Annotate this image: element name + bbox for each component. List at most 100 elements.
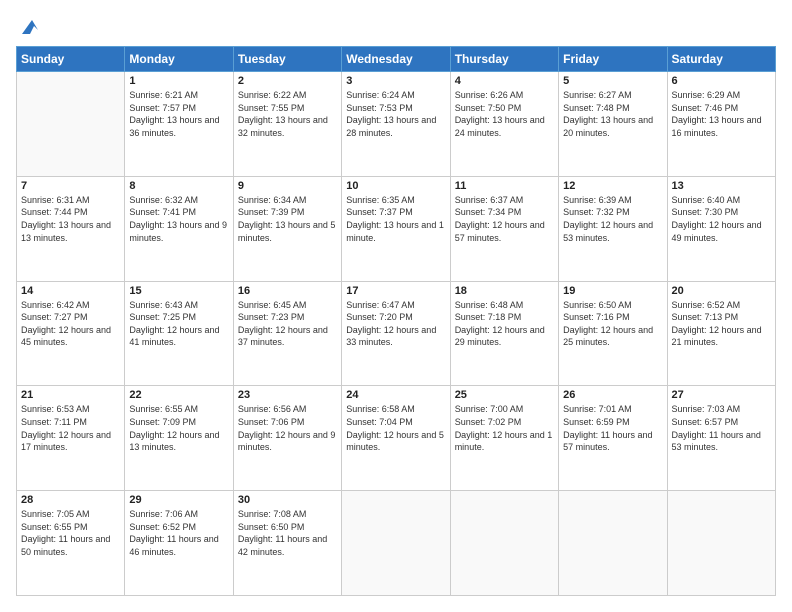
day-info: Sunrise: 6:39 AMSunset: 7:32 PMDaylight:… bbox=[563, 194, 662, 244]
day-number: 26 bbox=[563, 389, 662, 401]
day-info: Sunrise: 7:08 AMSunset: 6:50 PMDaylight:… bbox=[238, 508, 337, 558]
day-number: 30 bbox=[238, 494, 337, 506]
week-row-2: 7 Sunrise: 6:31 AMSunset: 7:44 PMDaylight… bbox=[17, 176, 776, 281]
calendar-cell: 22 Sunrise: 6:55 AMSunset: 7:09 PMDayligh… bbox=[125, 386, 233, 491]
day-number: 22 bbox=[129, 389, 228, 401]
day-info: Sunrise: 6:42 AMSunset: 7:27 PMDaylight:… bbox=[21, 299, 120, 349]
day-info: Sunrise: 7:00 AMSunset: 7:02 PMDaylight:… bbox=[455, 403, 554, 453]
day-number: 1 bbox=[129, 75, 228, 87]
day-info: Sunrise: 6:31 AMSunset: 7:44 PMDaylight:… bbox=[21, 194, 120, 244]
weekday-header-sunday: Sunday bbox=[17, 47, 125, 72]
logo-icon bbox=[18, 16, 40, 38]
calendar-cell: 17 Sunrise: 6:47 AMSunset: 7:20 PMDayligh… bbox=[342, 281, 450, 386]
day-info: Sunrise: 6:55 AMSunset: 7:09 PMDaylight:… bbox=[129, 403, 228, 453]
week-row-1: 1 Sunrise: 6:21 AMSunset: 7:57 PMDaylight… bbox=[17, 72, 776, 177]
day-number: 9 bbox=[238, 180, 337, 192]
day-info: Sunrise: 6:40 AMSunset: 7:30 PMDaylight:… bbox=[672, 194, 771, 244]
day-number: 16 bbox=[238, 285, 337, 297]
day-number: 7 bbox=[21, 180, 120, 192]
day-number: 10 bbox=[346, 180, 445, 192]
day-info: Sunrise: 7:03 AMSunset: 6:57 PMDaylight:… bbox=[672, 403, 771, 453]
calendar-cell: 3Sunrise: 6:24 AMSunset: 7:53 PMDaylight… bbox=[342, 72, 450, 177]
day-number: 5 bbox=[563, 75, 662, 87]
calendar-cell: 6 Sunrise: 6:29 AMSunset: 7:46 PMDaylight… bbox=[667, 72, 775, 177]
calendar-cell: 11Sunrise: 6:37 AMSunset: 7:34 PMDayligh… bbox=[450, 176, 558, 281]
day-info: Sunrise: 6:22 AMSunset: 7:55 PMDaylight:… bbox=[238, 89, 337, 139]
day-number: 20 bbox=[672, 285, 771, 297]
day-info: Sunrise: 6:26 AMSunset: 7:50 PMDaylight:… bbox=[455, 89, 554, 139]
page: SundayMondayTuesdayWednesdayThursdayFrid… bbox=[0, 0, 792, 612]
calendar-cell: 15 Sunrise: 6:43 AMSunset: 7:25 PMDayligh… bbox=[125, 281, 233, 386]
logo bbox=[16, 16, 40, 38]
calendar-cell bbox=[450, 491, 558, 596]
calendar-cell: 10 Sunrise: 6:35 AMSunset: 7:37 PMDayligh… bbox=[342, 176, 450, 281]
weekday-header-tuesday: Tuesday bbox=[233, 47, 341, 72]
calendar-cell: 9Sunrise: 6:34 AMSunset: 7:39 PMDaylight… bbox=[233, 176, 341, 281]
calendar-cell: 13 Sunrise: 6:40 AMSunset: 7:30 PMDayligh… bbox=[667, 176, 775, 281]
day-info: Sunrise: 6:58 AMSunset: 7:04 PMDaylight:… bbox=[346, 403, 445, 453]
day-number: 15 bbox=[129, 285, 228, 297]
calendar-cell: 30 Sunrise: 7:08 AMSunset: 6:50 PMDayligh… bbox=[233, 491, 341, 596]
day-number: 28 bbox=[21, 494, 120, 506]
day-info: Sunrise: 6:52 AMSunset: 7:13 PMDaylight:… bbox=[672, 299, 771, 349]
day-number: 4 bbox=[455, 75, 554, 87]
day-number: 12 bbox=[563, 180, 662, 192]
calendar-cell bbox=[667, 491, 775, 596]
day-number: 24 bbox=[346, 389, 445, 401]
day-info: Sunrise: 6:32 AMSunset: 7:41 PMDaylight:… bbox=[129, 194, 228, 244]
calendar-table: SundayMondayTuesdayWednesdayThursdayFrid… bbox=[16, 46, 776, 596]
calendar-cell: 24 Sunrise: 6:58 AMSunset: 7:04 PMDayligh… bbox=[342, 386, 450, 491]
weekday-header-friday: Friday bbox=[559, 47, 667, 72]
calendar-cell: 27 Sunrise: 7:03 AMSunset: 6:57 PMDayligh… bbox=[667, 386, 775, 491]
day-number: 8 bbox=[129, 180, 228, 192]
day-number: 6 bbox=[672, 75, 771, 87]
day-number: 14 bbox=[21, 285, 120, 297]
calendar-cell: 18Sunrise: 6:48 AMSunset: 7:18 PMDayligh… bbox=[450, 281, 558, 386]
calendar-cell: 23 Sunrise: 6:56 AMSunset: 7:06 PMDayligh… bbox=[233, 386, 341, 491]
day-number: 23 bbox=[238, 389, 337, 401]
calendar-cell bbox=[17, 72, 125, 177]
calendar-cell: 5 Sunrise: 6:27 AMSunset: 7:48 PMDaylight… bbox=[559, 72, 667, 177]
calendar-cell: 8 Sunrise: 6:32 AMSunset: 7:41 PMDaylight… bbox=[125, 176, 233, 281]
day-info: Sunrise: 6:43 AMSunset: 7:25 PMDaylight:… bbox=[129, 299, 228, 349]
calendar-cell: 4 Sunrise: 6:26 AMSunset: 7:50 PMDaylight… bbox=[450, 72, 558, 177]
calendar-cell: 19 Sunrise: 6:50 AMSunset: 7:16 PMDayligh… bbox=[559, 281, 667, 386]
weekday-header-row: SundayMondayTuesdayWednesdayThursdayFrid… bbox=[17, 47, 776, 72]
day-info: Sunrise: 7:05 AMSunset: 6:55 PMDaylight:… bbox=[21, 508, 120, 558]
day-info: Sunrise: 6:45 AMSunset: 7:23 PMDaylight:… bbox=[238, 299, 337, 349]
day-number: 13 bbox=[672, 180, 771, 192]
day-info: Sunrise: 6:29 AMSunset: 7:46 PMDaylight:… bbox=[672, 89, 771, 139]
day-info: Sunrise: 6:21 AMSunset: 7:57 PMDaylight:… bbox=[129, 89, 228, 139]
calendar-cell: 26 Sunrise: 7:01 AMSunset: 6:59 PMDayligh… bbox=[559, 386, 667, 491]
calendar-cell: 7 Sunrise: 6:31 AMSunset: 7:44 PMDaylight… bbox=[17, 176, 125, 281]
day-number: 29 bbox=[129, 494, 228, 506]
day-info: Sunrise: 6:53 AMSunset: 7:11 PMDaylight:… bbox=[21, 403, 120, 453]
header bbox=[16, 16, 776, 38]
calendar-cell: 1 Sunrise: 6:21 AMSunset: 7:57 PMDaylight… bbox=[125, 72, 233, 177]
week-row-4: 21 Sunrise: 6:53 AMSunset: 7:11 PMDayligh… bbox=[17, 386, 776, 491]
day-info: Sunrise: 6:50 AMSunset: 7:16 PMDaylight:… bbox=[563, 299, 662, 349]
calendar-cell: 29Sunrise: 7:06 AMSunset: 6:52 PMDayligh… bbox=[125, 491, 233, 596]
calendar-cell bbox=[342, 491, 450, 596]
day-info: Sunrise: 6:27 AMSunset: 7:48 PMDaylight:… bbox=[563, 89, 662, 139]
day-number: 25 bbox=[455, 389, 554, 401]
day-info: Sunrise: 6:56 AMSunset: 7:06 PMDaylight:… bbox=[238, 403, 337, 453]
day-number: 27 bbox=[672, 389, 771, 401]
calendar-cell: 28 Sunrise: 7:05 AMSunset: 6:55 PMDayligh… bbox=[17, 491, 125, 596]
weekday-header-wednesday: Wednesday bbox=[342, 47, 450, 72]
calendar-cell bbox=[559, 491, 667, 596]
day-info: Sunrise: 6:37 AMSunset: 7:34 PMDaylight:… bbox=[455, 194, 554, 244]
calendar-cell: 16 Sunrise: 6:45 AMSunset: 7:23 PMDayligh… bbox=[233, 281, 341, 386]
calendar-cell: 25 Sunrise: 7:00 AMSunset: 7:02 PMDayligh… bbox=[450, 386, 558, 491]
day-info: Sunrise: 7:01 AMSunset: 6:59 PMDaylight:… bbox=[563, 403, 662, 453]
calendar-body: 1 Sunrise: 6:21 AMSunset: 7:57 PMDaylight… bbox=[17, 72, 776, 596]
day-number: 21 bbox=[21, 389, 120, 401]
weekday-header-thursday: Thursday bbox=[450, 47, 558, 72]
day-number: 17 bbox=[346, 285, 445, 297]
day-info: Sunrise: 6:47 AMSunset: 7:20 PMDaylight:… bbox=[346, 299, 445, 349]
calendar-cell: 21 Sunrise: 6:53 AMSunset: 7:11 PMDayligh… bbox=[17, 386, 125, 491]
week-row-5: 28 Sunrise: 7:05 AMSunset: 6:55 PMDayligh… bbox=[17, 491, 776, 596]
day-number: 19 bbox=[563, 285, 662, 297]
day-info: Sunrise: 6:35 AMSunset: 7:37 PMDaylight:… bbox=[346, 194, 445, 244]
calendar-cell: 12 Sunrise: 6:39 AMSunset: 7:32 PMDayligh… bbox=[559, 176, 667, 281]
